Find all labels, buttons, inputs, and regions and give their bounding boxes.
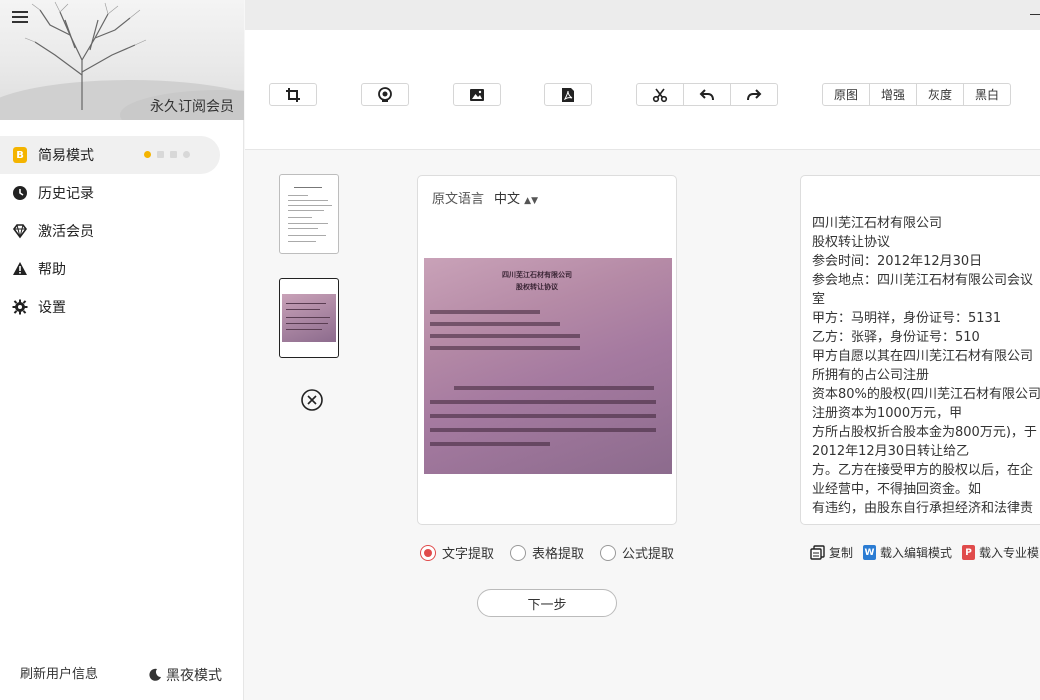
- gear-icon: [12, 299, 28, 315]
- edit-button-group: [636, 83, 778, 106]
- sidebar-item-label: 激活会员: [38, 224, 94, 240]
- minimize-icon[interactable]: [1030, 14, 1040, 15]
- result-line: 方。乙方在接受甲方的股权以后，在企业经营中，不得抽回资金。如: [812, 463, 1034, 497]
- tree-illustration: [24, 1, 147, 110]
- night-mode-label: 黑夜模式: [166, 668, 222, 684]
- result-line: 股权转让协议: [812, 235, 891, 250]
- filter-original-button[interactable]: 原图: [823, 84, 870, 105]
- result-line: 参会地点：四川芜江石材有限公司会议室: [812, 273, 1034, 307]
- result-line: 甲方自愿以其在四川芜江石材有限公司所拥有的占公司注册: [812, 349, 1034, 383]
- page-thumbnail-1[interactable]: [279, 174, 339, 254]
- remove-page-button[interactable]: [300, 388, 324, 412]
- window-titlebar: [245, 0, 1040, 30]
- b-badge-icon: B: [12, 147, 28, 163]
- result-line: 乙方：张驿，身份证号：510: [812, 330, 980, 345]
- pdf-button[interactable]: [544, 83, 592, 106]
- close-circle-icon: [301, 389, 323, 411]
- radio-label: 公式提取: [622, 547, 675, 562]
- profile-banner: 永久订阅会员: [0, 0, 244, 120]
- source-language-select[interactable]: 中文 ▲▼: [494, 188, 538, 207]
- mode-indicator-dots: [144, 151, 190, 158]
- source-panel: 原文语言 中文 ▲▼ 四川芜江石材有限公司 股权转让协议: [417, 175, 677, 525]
- subscription-label: 永久订阅会员: [150, 99, 234, 115]
- sidebar-item-settings[interactable]: 设置: [0, 288, 244, 326]
- result-panel: 四川芜江石材有限公司 股权转让协议 参会时间：2012年12月30日 参会地点：…: [800, 175, 1040, 525]
- night-mode-toggle[interactable]: 黑夜模式: [148, 665, 222, 685]
- radio-label: 文字提取: [442, 547, 495, 562]
- result-text[interactable]: 四川芜江石材有限公司 股权转让协议 参会时间：2012年12月30日 参会地点：…: [812, 214, 1040, 518]
- sort-arrows-icon: ▲▼: [524, 196, 539, 206]
- sidebar: 永久订阅会员 B 简易模式 历史记录 激活会员 帮助 设置 刷新用户信息 黑夜模…: [0, 0, 244, 700]
- warning-icon: [12, 261, 28, 277]
- pdf-icon: [562, 87, 574, 102]
- result-line: 方所占股权折合股本金为800万元)，于2012年12月30日转让给乙: [812, 425, 1037, 459]
- copy-button[interactable]: 复制: [810, 544, 853, 561]
- result-line: 参会时间：2012年12月30日: [812, 254, 983, 269]
- result-line: 资本80%的股权(四川芜江石材有限公司注册资本为1000万元，甲: [812, 387, 1040, 421]
- radio-label: 表格提取: [532, 547, 585, 562]
- sidebar-item-help[interactable]: 帮助: [0, 250, 244, 288]
- moon-icon: [149, 668, 161, 681]
- sidebar-item-label: 历史记录: [38, 186, 94, 202]
- image-button[interactable]: [453, 83, 501, 106]
- radio-table-extract[interactable]: 表格提取: [510, 543, 584, 562]
- sidebar-item-activate-member[interactable]: 激活会员: [0, 212, 244, 250]
- sidebar-nav: B 简易模式 历史记录 激活会员 帮助 设置: [0, 136, 244, 326]
- result-actions: 复制 W 载入编辑模式 P 载入专业模: [810, 544, 1039, 561]
- crop-icon: [286, 87, 300, 102]
- crop-button[interactable]: [269, 83, 317, 106]
- radio-unchecked-icon: [600, 544, 617, 561]
- radio-text-extract[interactable]: 文字提取: [420, 543, 494, 562]
- radio-unchecked-icon: [510, 544, 527, 561]
- load-edit-mode-button[interactable]: W 载入编辑模式: [863, 544, 952, 561]
- refresh-user-info-link[interactable]: 刷新用户信息: [20, 663, 98, 682]
- cut-button[interactable]: [637, 84, 684, 105]
- result-line: 有违约，由股东自行承担经济和法律责: [812, 501, 1034, 516]
- camera-icon: [378, 86, 392, 102]
- sidebar-item-label: 简易模式: [38, 148, 94, 164]
- extract-mode-radios: 文字提取 表格提取 公式提取: [420, 543, 674, 562]
- doc-title-2: 股权转让协议: [516, 283, 558, 291]
- source-language-label: 原文语言: [432, 192, 485, 207]
- diamond-icon: [12, 223, 28, 239]
- filter-enhance-button[interactable]: 增强: [870, 84, 917, 105]
- copy-label: 复制: [829, 546, 854, 560]
- scissors-icon: [652, 88, 668, 102]
- copy-icon: [810, 545, 825, 560]
- document-image: 四川芜江石材有限公司 股权转让协议: [424, 258, 672, 474]
- doc-title-1: 四川芜江石材有限公司: [502, 271, 572, 279]
- undo-icon: [699, 88, 714, 100]
- word-icon: W: [863, 545, 877, 560]
- filter-blackwhite-button[interactable]: 黑白: [964, 84, 1010, 105]
- toolbar: 原图 增强 灰度 黑白: [245, 30, 1040, 150]
- source-language-row: 原文语言 中文 ▲▼: [432, 188, 538, 207]
- sidebar-item-simple-mode[interactable]: B 简易模式: [0, 136, 220, 174]
- redo-icon: [747, 88, 762, 100]
- sidebar-item-history[interactable]: 历史记录: [0, 174, 244, 212]
- radio-formula-extract[interactable]: 公式提取: [600, 543, 674, 562]
- page-thumbnail-2[interactable]: [279, 278, 339, 358]
- result-line: 四川芜江石材有限公司: [812, 216, 943, 231]
- next-step-button[interactable]: 下一步: [477, 589, 617, 617]
- redo-button[interactable]: [731, 84, 777, 105]
- load-pro-mode-button[interactable]: P 载入专业模: [962, 544, 1039, 561]
- filter-mode-group: 原图 增强 灰度 黑白: [822, 83, 1011, 106]
- radio-checked-icon: [420, 544, 436, 561]
- load-edit-mode-label: 载入编辑模式: [880, 546, 953, 560]
- image-icon: [470, 88, 484, 101]
- filter-grayscale-button[interactable]: 灰度: [917, 84, 964, 105]
- pdf-red-icon: P: [962, 545, 976, 560]
- result-line: 甲方：马明祥，身份证号：5131: [812, 311, 1002, 326]
- clock-icon: [12, 185, 28, 201]
- load-pro-mode-label: 载入专业模: [979, 546, 1040, 560]
- hamburger-menu-icon[interactable]: [10, 8, 30, 28]
- undo-button[interactable]: [684, 84, 731, 105]
- camera-button[interactable]: [361, 83, 409, 106]
- sidebar-item-label: 设置: [38, 300, 66, 316]
- sidebar-item-label: 帮助: [38, 262, 66, 278]
